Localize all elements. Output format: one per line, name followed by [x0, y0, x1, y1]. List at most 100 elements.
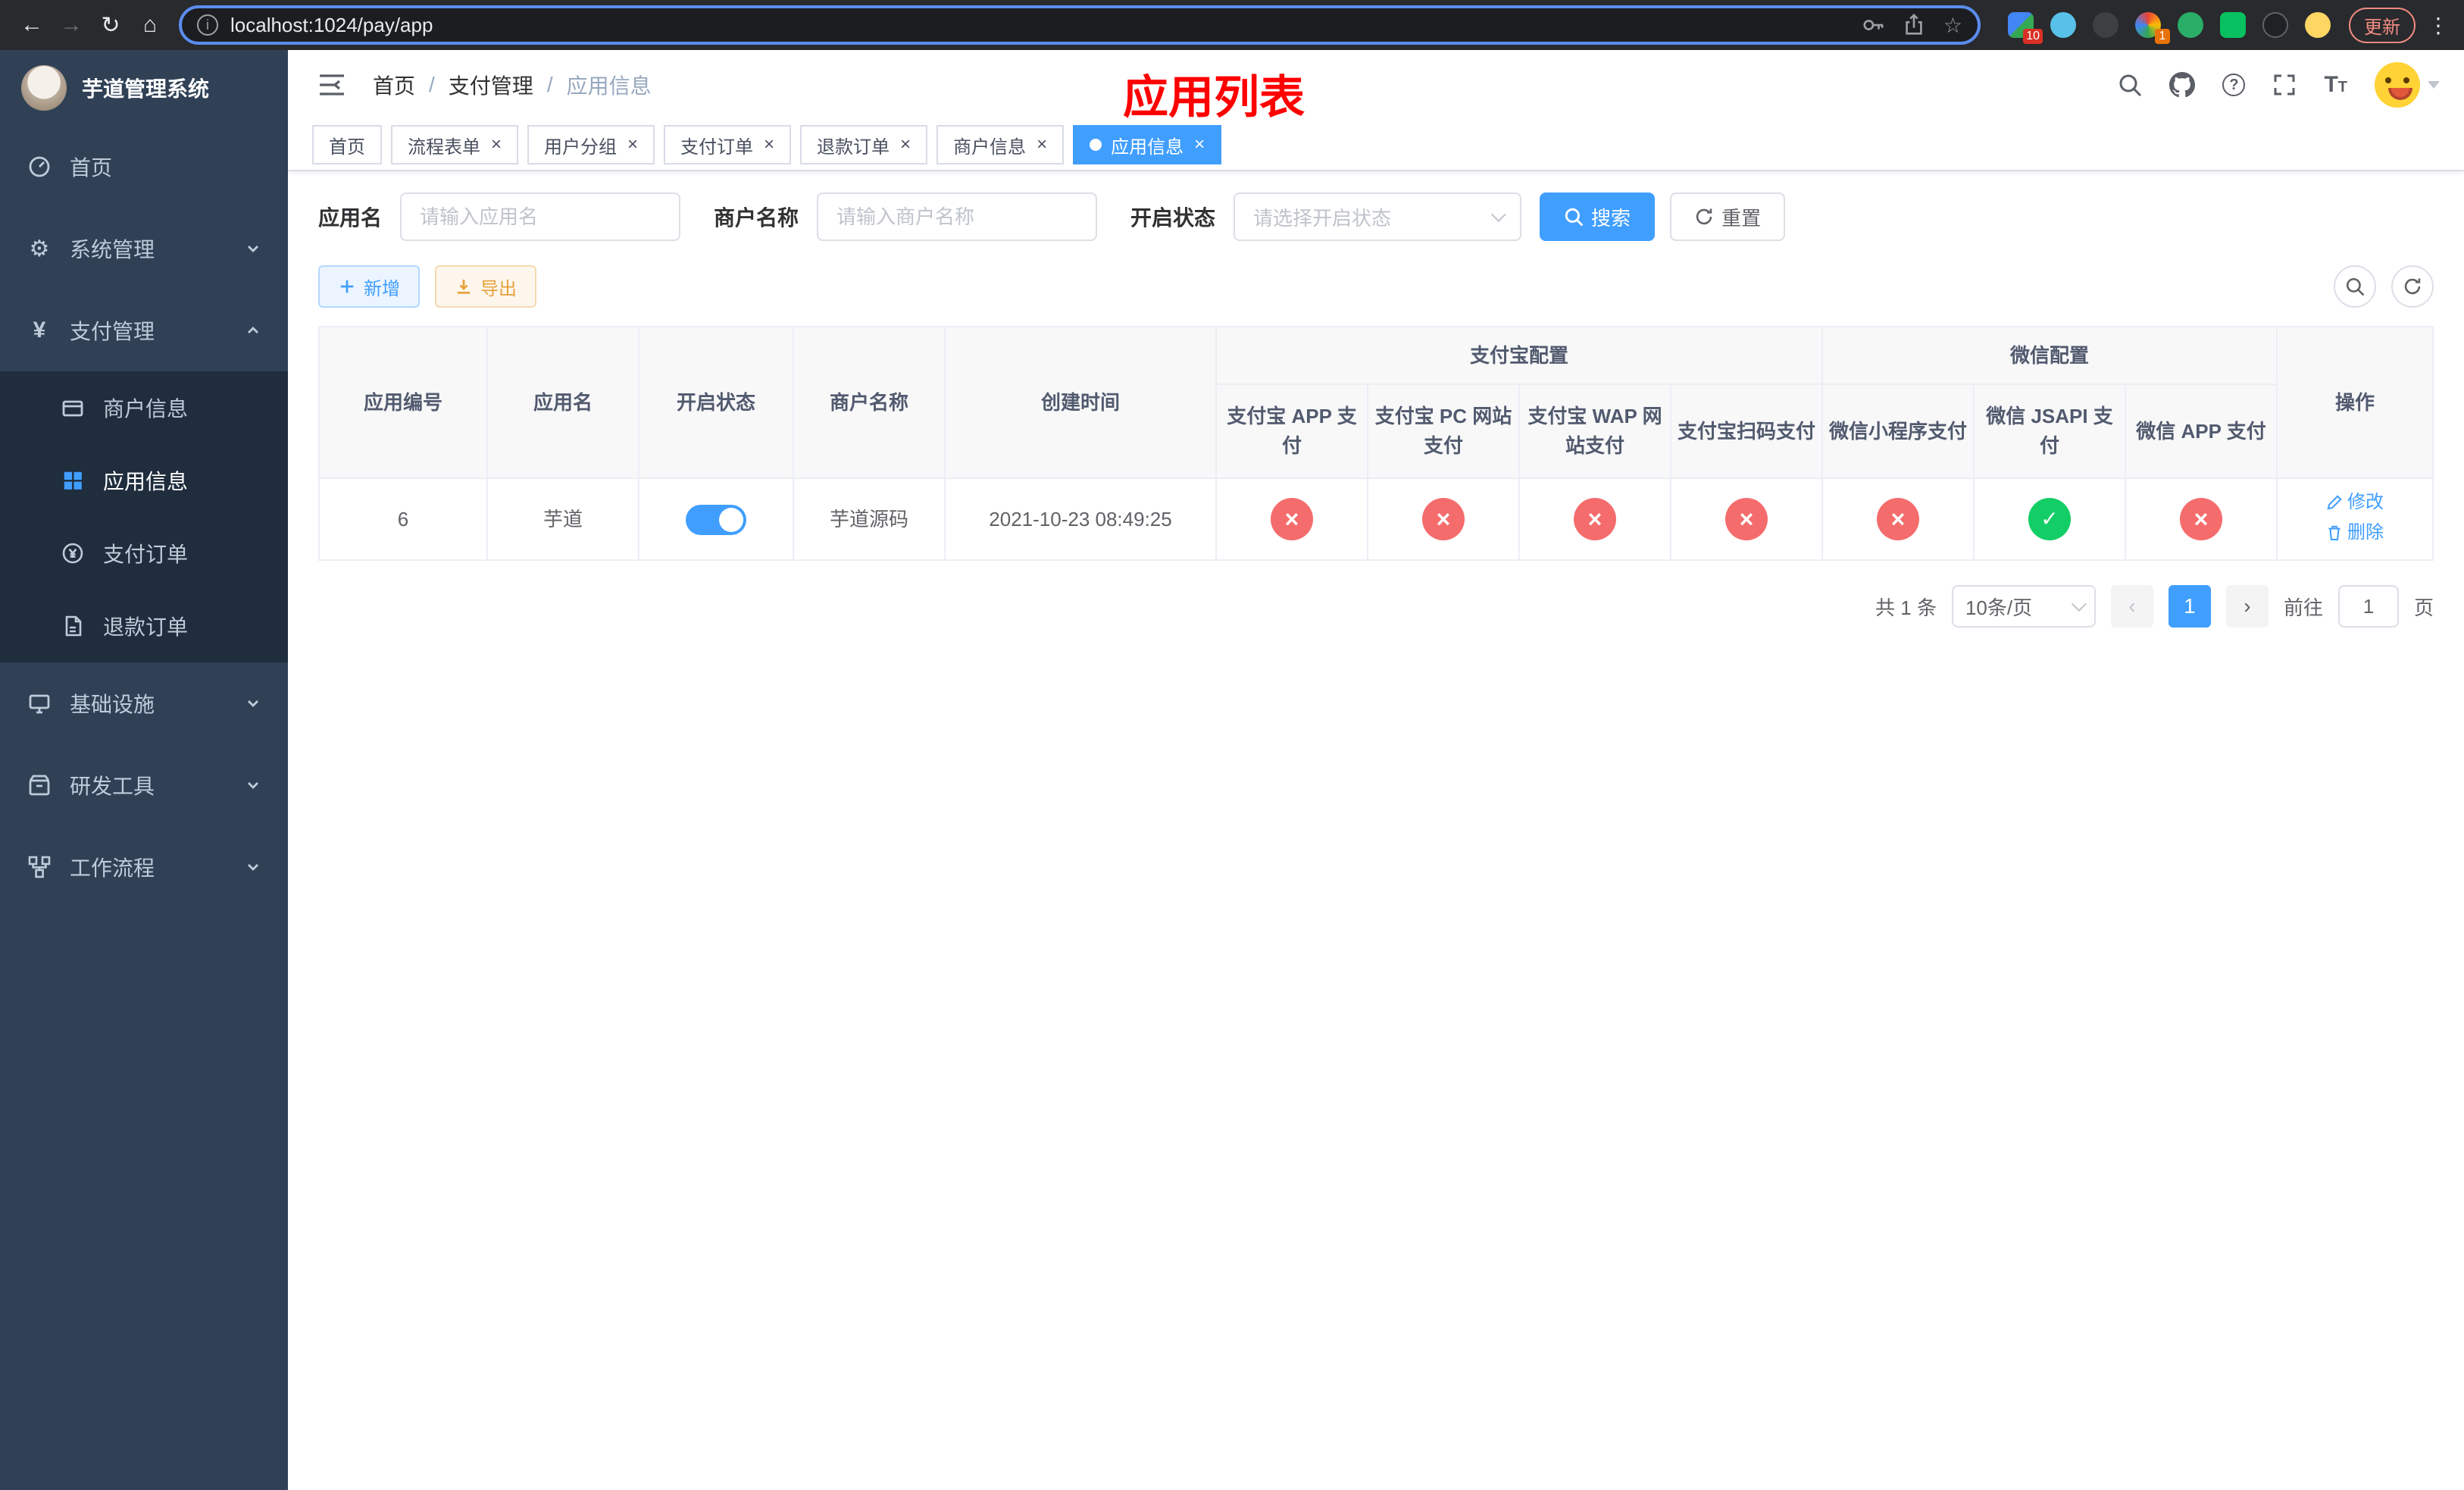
tab-refund-orders[interactable]: 退款订单 ×	[800, 125, 928, 164]
sidebar-item-refund-orders[interactable]: 退款订单	[0, 590, 288, 662]
search-button[interactable]: 搜索	[1540, 193, 1656, 241]
sidebar-item-merchant-info[interactable]: 商户信息	[0, 371, 288, 444]
fullscreen-icon[interactable]	[2272, 73, 2297, 97]
workflow-icon	[27, 855, 52, 879]
tab-flow-form[interactable]: 流程表单 ×	[391, 125, 519, 164]
tab-pay-orders[interactable]: 支付订单 ×	[664, 125, 792, 164]
browser-home-button[interactable]: ⌂	[130, 5, 170, 45]
extension-badge: 1	[2155, 29, 2170, 44]
sidebar-item-system[interactable]: ⚙ 系统管理	[0, 208, 288, 290]
sidebar-item-home[interactable]: 首页	[0, 126, 288, 208]
breadcrumb-section[interactable]: 支付管理	[449, 70, 533, 100]
app-name-label: 应用名	[318, 206, 383, 230]
browser-refresh-button[interactable]: ↻	[91, 5, 130, 45]
delete-link-label: 删除	[2347, 522, 2384, 543]
col-header-alipay-app: 支付宝 APP 支付	[1215, 383, 1368, 479]
col-header-alipay-wap: 支付宝 WAP 网站支付	[1518, 383, 1671, 479]
edit-link-label: 修改	[2347, 492, 2384, 512]
bookmark-star-icon[interactable]: ☆	[1943, 13, 1962, 38]
edit-link[interactable]: 修改	[2326, 489, 2384, 516]
tab-user-group[interactable]: 用户分组 ×	[527, 125, 655, 164]
password-key-icon[interactable]	[1862, 14, 1884, 36]
tab-app-info[interactable]: 应用信息 ×	[1073, 125, 1222, 164]
chevron-down-icon	[245, 859, 261, 875]
tab-close-icon[interactable]: ×	[899, 136, 911, 154]
prev-page-button[interactable]	[2110, 585, 2153, 628]
sidebar-item-app-info[interactable]: 应用信息	[0, 444, 288, 517]
show-search-toggle-icon[interactable]	[2334, 265, 2376, 308]
sidebar-item-payment[interactable]: ¥ 支付管理	[0, 290, 288, 371]
col-group-wechat: 微信配置	[1821, 326, 2278, 385]
chevron-down-icon	[245, 778, 261, 793]
pay-order-icon	[61, 541, 85, 565]
yen-icon: ¥	[33, 318, 46, 343]
add-button[interactable]: 新增	[318, 265, 420, 308]
col-header-alipay-pc: 支付宝 PC 网站支付	[1367, 383, 1520, 479]
app-title: 芋道管理系统	[82, 77, 210, 101]
add-button-label: 新增	[364, 278, 400, 299]
page-size-select[interactable]: 10条/页	[1951, 585, 2096, 628]
sidebar-item-dev-tools[interactable]: 研发工具	[0, 744, 288, 826]
status-toggle[interactable]	[686, 504, 746, 535]
delete-link[interactable]: 删除	[2326, 519, 2384, 546]
extension-icon-emoji[interactable]	[2305, 12, 2331, 38]
extension-icon-color[interactable]: 1	[2135, 12, 2170, 44]
chrome-update-button[interactable]: 更新	[2349, 7, 2416, 43]
payment-submenu: 商户信息 应用信息 支付订单 退款订单	[0, 371, 288, 662]
reset-button[interactable]: 重置	[1670, 193, 1786, 241]
extension-icon-wechat[interactable]	[2220, 12, 2246, 38]
site-info-icon[interactable]: i	[197, 14, 218, 36]
page-size-value: 10条/页	[1965, 596, 2033, 619]
sidebar-collapse-icon[interactable]	[312, 67, 352, 102]
goto-label: 前往	[2283, 596, 2323, 619]
user-menu[interactable]	[2375, 62, 2440, 108]
browser-back-button[interactable]: ←	[12, 5, 52, 45]
sidebar-item-workflow[interactable]: 工作流程	[0, 826, 288, 908]
page-unit-label: 页	[2413, 596, 2434, 619]
active-tab-dot	[1090, 139, 1102, 151]
address-bar[interactable]: i localhost:1024/pay/app ☆	[179, 5, 1981, 45]
col-header-create-time: 创建时间	[944, 326, 1217, 479]
logo-avatar	[21, 65, 67, 111]
tab-merchant-info[interactable]: 商户信息 ×	[937, 125, 1065, 164]
search-icon[interactable]	[2118, 73, 2142, 97]
extension-icon-green-circle[interactable]	[2178, 12, 2203, 38]
sidebar-item-label: 工作流程	[70, 856, 155, 880]
url-text[interactable]: localhost:1024/pay/app	[230, 14, 1850, 37]
chevron-down-icon	[1490, 207, 1506, 223]
col-header-alipay-qr: 支付宝扫码支付	[1669, 383, 1824, 479]
sidebar-item-pay-orders[interactable]: 支付订单	[0, 517, 288, 590]
chevron-down-icon	[2071, 596, 2087, 612]
extension-icon-pin[interactable]	[2262, 12, 2288, 38]
browser-menu-icon[interactable]: ⋮	[2425, 13, 2452, 38]
goto-page-input[interactable]	[2337, 585, 2399, 628]
extension-icon-drop[interactable]	[2050, 12, 2076, 38]
current-page-button[interactable]: 1	[2168, 585, 2211, 628]
tab-close-icon[interactable]: ×	[1035, 136, 1047, 154]
export-button[interactable]: 导出	[435, 265, 536, 308]
tab-close-icon[interactable]: ×	[626, 136, 638, 154]
status-label: 开启状态	[1130, 206, 1216, 230]
extension-badge: 10	[2023, 29, 2043, 44]
browser-forward-button[interactable]: →	[52, 5, 91, 45]
next-page-button[interactable]	[2225, 585, 2269, 628]
app-name-input[interactable]	[400, 193, 681, 241]
status-select[interactable]: 请选择开启状态	[1234, 193, 1522, 241]
app-logo[interactable]: 芋道管理系统	[0, 50, 288, 126]
tab-close-icon[interactable]: ×	[1193, 136, 1205, 154]
merchant-name-input[interactable]	[817, 193, 1098, 241]
tab-close-icon[interactable]: ×	[489, 136, 502, 154]
extension-icon-apps[interactable]: 10	[2008, 12, 2043, 44]
header-actions	[2118, 62, 2440, 108]
tab-close-icon[interactable]: ×	[762, 136, 774, 154]
help-icon[interactable]	[2222, 74, 2246, 96]
breadcrumb-separator: /	[546, 73, 553, 96]
extension-icon-dark[interactable]	[2093, 12, 2118, 38]
github-icon[interactable]	[2169, 72, 2196, 98]
breadcrumb-home[interactable]: 首页	[373, 70, 415, 100]
font-size-icon[interactable]	[2324, 72, 2347, 98]
sidebar-item-infra[interactable]: 基础设施	[0, 662, 288, 744]
refresh-table-icon[interactable]	[2391, 265, 2434, 308]
share-icon[interactable]	[1903, 14, 1925, 36]
tab-home[interactable]: 首页	[312, 125, 382, 164]
